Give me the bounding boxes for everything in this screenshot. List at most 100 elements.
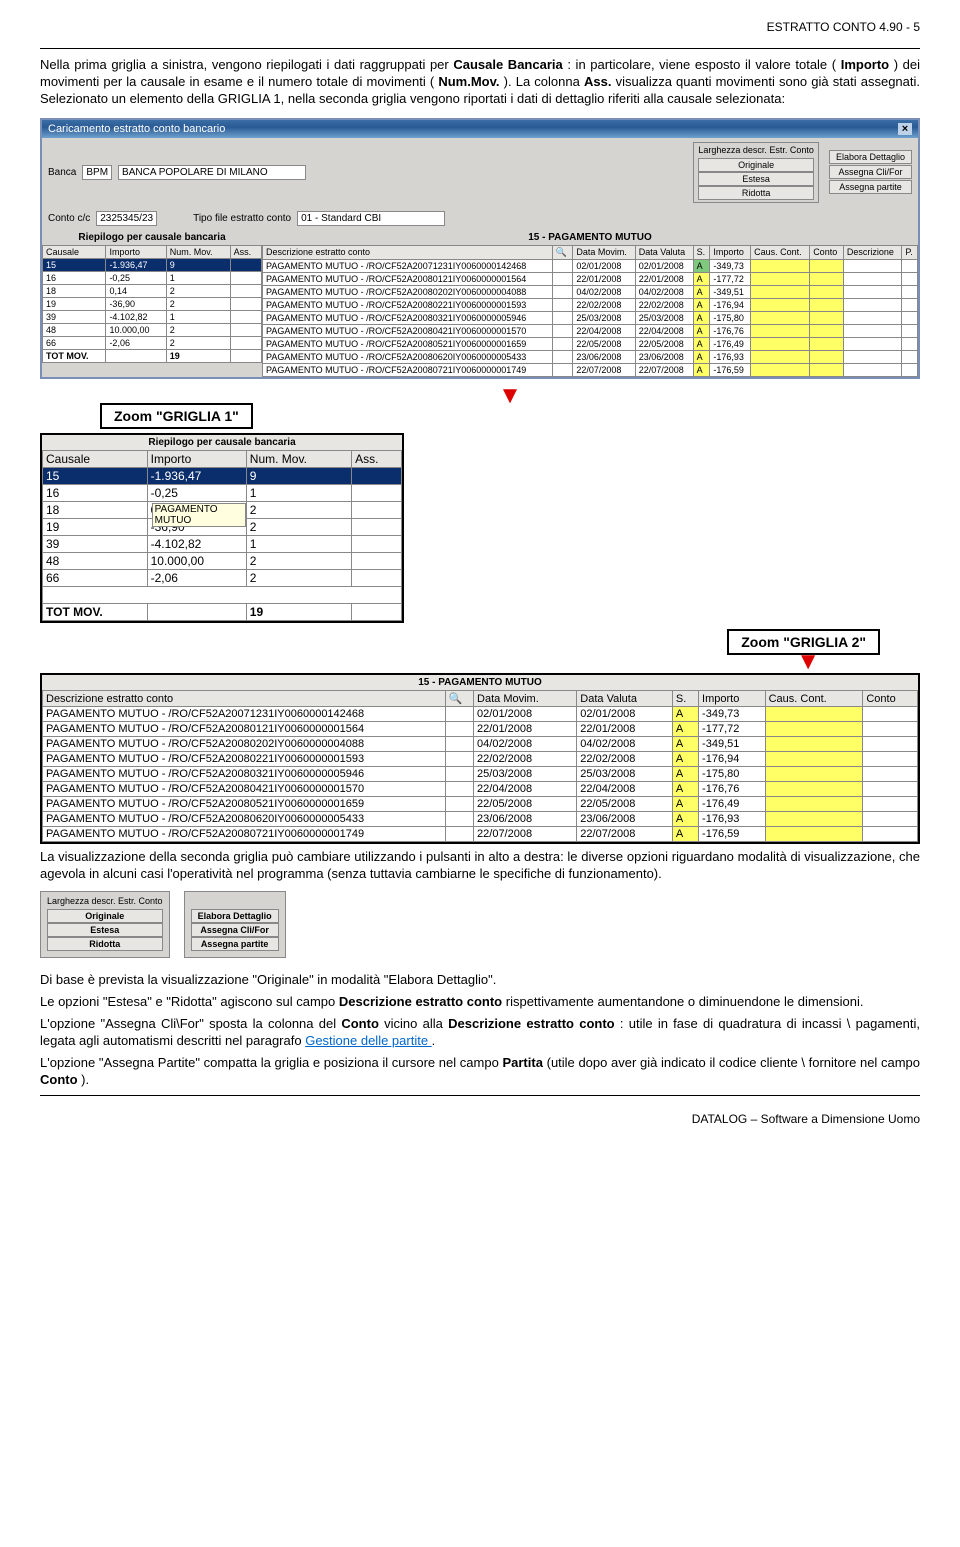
pnl-estesa[interactable]: Estesa: [47, 923, 163, 937]
table-row[interactable]: 18PAGAMENTO MUTUO0,142: [43, 502, 402, 519]
btn-assegna-partite[interactable]: Assegna partite: [829, 180, 912, 194]
table-row[interactable]: 66-2,062: [43, 336, 262, 349]
p6-bold2: Conto: [40, 1072, 78, 1087]
table-row[interactable]: 180,142: [43, 284, 262, 297]
table-row[interactable]: PAGAMENTO MUTUO - /RO/CF52A20080321IY006…: [43, 767, 918, 782]
table-row[interactable]: 16-0,251: [43, 485, 402, 502]
opt-estesa[interactable]: Estesa: [698, 172, 814, 186]
zg2-col-caus[interactable]: Caus. Cont.: [765, 691, 863, 707]
grid2-title: 15 - PAGAMENTO MUTUO: [262, 230, 918, 245]
table-row[interactable]: PAGAMENTO MUTUO - /RO/CF52A20080421IY006…: [43, 782, 918, 797]
g1-col-nummov[interactable]: Num. Mov.: [166, 245, 230, 258]
table-row[interactable]: PAGAMENTO MUTUO - /RO/CF52A20080221IY006…: [263, 298, 918, 311]
pnl-elabora[interactable]: Elabora Dettaglio: [191, 909, 279, 923]
table-row[interactable]: PAGAMENTO MUTUO - /RO/CF52A20080620IY006…: [43, 812, 918, 827]
g1-col-ass[interactable]: Ass.: [230, 245, 261, 258]
table-row[interactable]: PAGAMENTO MUTUO - /RO/CF52A20080721IY006…: [263, 363, 918, 376]
table-row-total: TOT MOV.19: [43, 604, 402, 621]
cc-label: Conto c/c: [48, 213, 90, 224]
g2-col-importo[interactable]: Importo: [710, 245, 751, 259]
pnl-ridotta[interactable]: Ridotta: [47, 937, 163, 951]
table-row[interactable]: PAGAMENTO MUTUO - /RO/CF52A20071231IY006…: [43, 707, 918, 722]
table-row[interactable]: PAGAMENTO MUTUO - /RO/CF52A20080521IY006…: [263, 337, 918, 350]
zg1-col-ass[interactable]: Ass.: [352, 451, 402, 468]
table-row[interactable]: 15-1.936,479: [43, 468, 402, 485]
g2-col-dataval[interactable]: Data Valuta: [635, 245, 693, 259]
p1-text: Nella prima griglia a sinistra, vengono …: [40, 57, 453, 72]
paragraph-1: Nella prima griglia a sinistra, vengono …: [40, 57, 920, 108]
table-row[interactable]: PAGAMENTO MUTUO - /RO/CF52A20080620IY006…: [263, 350, 918, 363]
zg2-col-importo[interactable]: Importo: [699, 691, 766, 707]
p1-bold-ass: Ass.: [584, 74, 611, 89]
bank-name-field[interactable]: BANCA POPOLARE DI MILANO: [118, 165, 306, 180]
btn-assegna-clifor[interactable]: Assegna Cli/For: [829, 165, 912, 179]
g2-col-s[interactable]: S.: [693, 245, 710, 259]
table-row[interactable]: PAGAMENTO MUTUO - /RO/CF52A20080221IY006…: [43, 752, 918, 767]
table-row[interactable]: 39-4.102,821: [43, 310, 262, 323]
table-row[interactable]: 19-36,902: [43, 297, 262, 310]
table-row[interactable]: 4810.000,002: [43, 553, 402, 570]
g2-col-descr2[interactable]: Descrizione: [843, 245, 902, 259]
p5-bold2: Descrizione estratto conto: [448, 1016, 615, 1031]
pnl-originale[interactable]: Originale: [47, 909, 163, 923]
g1-col-importo[interactable]: Importo: [106, 245, 166, 258]
table-row[interactable]: PAGAMENTO MUTUO - /RO/CF52A20080721IY006…: [43, 827, 918, 842]
paragraph-6: L'opzione "Assegna Partite" compatta la …: [40, 1055, 920, 1089]
tipo-field[interactable]: 01 - Standard CBI: [297, 211, 445, 226]
cc-field[interactable]: 2325345/23: [96, 211, 157, 226]
zg1-col-importo[interactable]: Importo: [147, 451, 246, 468]
opt-ridotta[interactable]: Ridotta: [698, 186, 814, 200]
table-row[interactable]: PAGAMENTO MUTUO - /RO/CF52A20080421IY006…: [263, 324, 918, 337]
g2-col-conto[interactable]: Conto: [810, 245, 844, 259]
magnifier-icon[interactable]: 🔍: [556, 247, 568, 258]
table-row[interactable]: PAGAMENTO MUTUO - /RO/CF52A20080321IY006…: [263, 311, 918, 324]
table-row-total: TOT MOV.19: [43, 349, 262, 362]
p1-text4: ). La colonna: [504, 74, 584, 89]
link-gestione-partite[interactable]: Gestione delle partite: [305, 1033, 431, 1048]
zg2-col-descr[interactable]: Descrizione estratto conto: [43, 691, 446, 707]
pnl-assegna-clifor[interactable]: Assegna Cli/For: [191, 923, 279, 937]
pnl-assegna-partite[interactable]: Assegna partite: [191, 937, 279, 951]
table-row[interactable]: 66-2,062: [43, 570, 402, 587]
table-row[interactable]: 16-0,251: [43, 271, 262, 284]
p1-text2: : in particolare, viene esposto il valor…: [567, 57, 836, 72]
g2-col-p[interactable]: P.: [902, 245, 918, 259]
paragraph-3: Di base è prevista la visualizzazione "O…: [40, 972, 920, 989]
p5-bold1: Conto: [341, 1016, 379, 1031]
magnifier-icon[interactable]: 🔍: [449, 692, 461, 705]
table-row[interactable]: PAGAMENTO MUTUO - /RO/CF52A20080121IY006…: [263, 272, 918, 285]
g2-col-descr[interactable]: Descrizione estratto conto: [263, 245, 553, 259]
g2-col-datamov[interactable]: Data Movim.: [573, 245, 635, 259]
table-row[interactable]: PAGAMENTO MUTUO - /RO/CF52A20071231IY006…: [263, 259, 918, 272]
zg2-col-datamov[interactable]: Data Movim.: [474, 691, 577, 707]
p4-bold: Descrizione estratto conto: [339, 994, 502, 1009]
table-row[interactable]: PAGAMENTO MUTUO - /RO/CF52A20080202IY006…: [43, 737, 918, 752]
zg2-col-dataval[interactable]: Data Valuta: [577, 691, 673, 707]
options-panel-image: Larghezza descr. Estr. Conto Originale E…: [40, 891, 920, 958]
zg2-col-s[interactable]: S.: [672, 691, 698, 707]
btn-elabora[interactable]: Elabora Dettaglio: [829, 150, 912, 164]
table-row[interactable]: 15-1.936,479: [43, 258, 262, 271]
table-row[interactable]: PAGAMENTO MUTUO - /RO/CF52A20080121IY006…: [43, 722, 918, 737]
table-row[interactable]: 39-4.102,821: [43, 536, 402, 553]
close-icon[interactable]: ×: [898, 123, 912, 135]
zg1-col-causale[interactable]: Causale: [43, 451, 148, 468]
p1-bold-nummov: Num.Mov.: [438, 74, 499, 89]
zg2-col-conto[interactable]: Conto: [863, 691, 918, 707]
table-row[interactable]: PAGAMENTO MUTUO - /RO/CF52A20080202IY006…: [263, 285, 918, 298]
tooltip: PAGAMENTO MUTUO: [152, 503, 246, 527]
zoom-grid1: Riepilogo per causale bancaria Causale I…: [40, 433, 404, 623]
box1-title: Larghezza descr. Estr. Conto: [698, 145, 814, 155]
app-screenshot: Caricamento estratto conto bancario × Ba…: [40, 118, 920, 379]
p1-bold-importo: Importo: [841, 57, 889, 72]
titlebar: Caricamento estratto conto bancario ×: [42, 120, 918, 138]
zg1-col-nummov[interactable]: Num. Mov.: [246, 451, 351, 468]
g2-col-caus[interactable]: Caus. Cont.: [751, 245, 810, 259]
table-row[interactable]: 4810.000,002: [43, 323, 262, 336]
zoom-g1-title: Riepilogo per causale bancaria: [42, 435, 402, 450]
g1-col-causale[interactable]: Causale: [43, 245, 106, 258]
p1-bold-causale: Causale Bancaria: [453, 57, 562, 72]
opt-originale[interactable]: Originale: [698, 158, 814, 172]
bank-code-field[interactable]: BPM: [82, 165, 112, 180]
table-row[interactable]: PAGAMENTO MUTUO - /RO/CF52A20080521IY006…: [43, 797, 918, 812]
